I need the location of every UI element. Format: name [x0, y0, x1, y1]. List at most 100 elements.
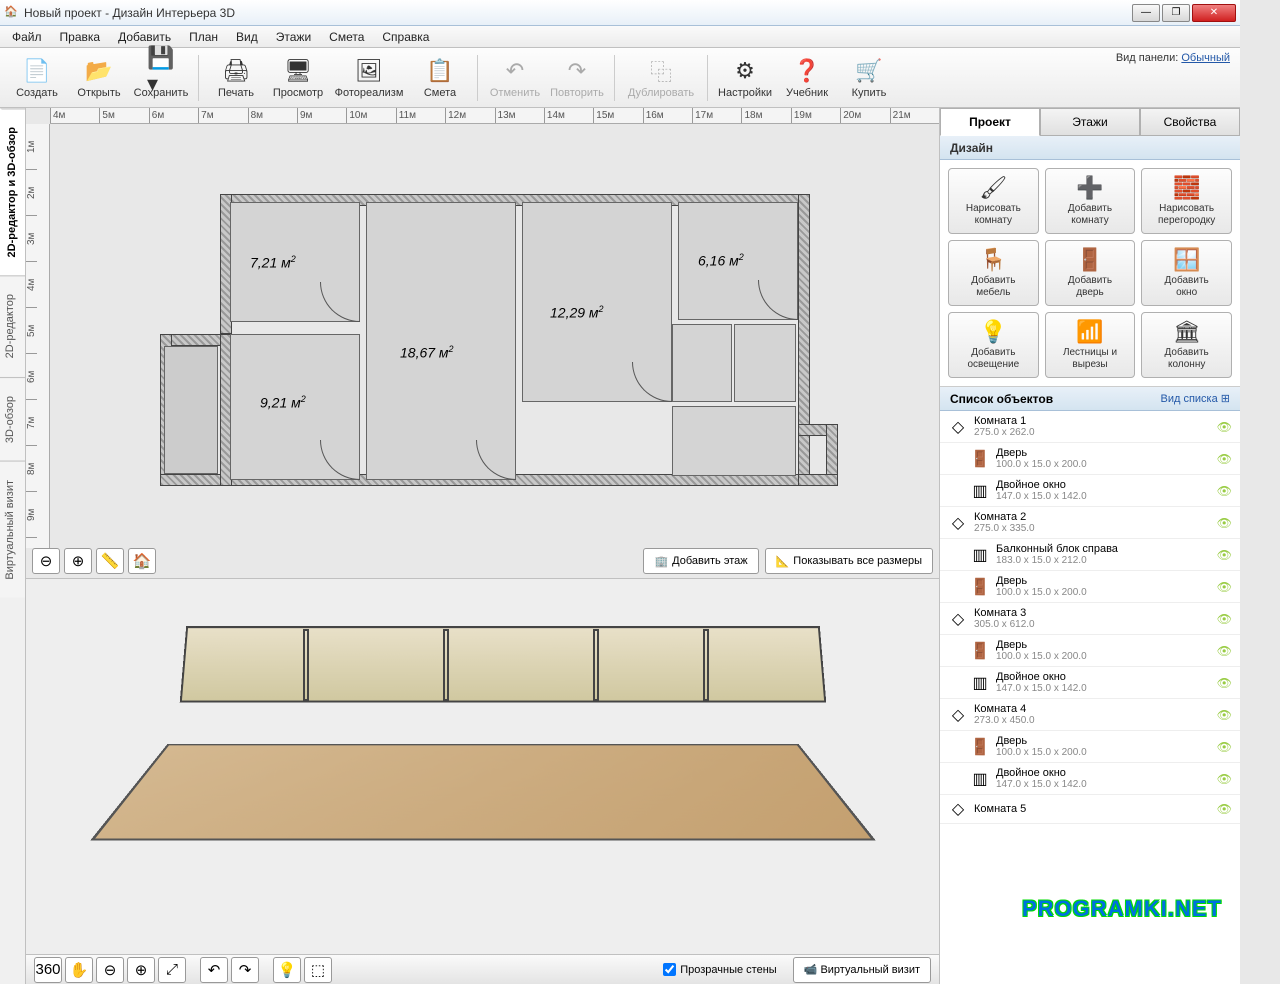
visibility-icon[interactable]: 👁 — [1217, 676, 1232, 690]
bottom-btn[interactable]: ⬚ — [304, 957, 332, 983]
object-list[interactable]: ◇Комната 1275.0 x 262.0👁🚪Дверь100.0 x 15… — [940, 411, 1240, 984]
measure-button[interactable]: 📏 — [96, 548, 124, 574]
visibility-icon[interactable]: 👁 — [1217, 708, 1232, 722]
object-item[interactable]: ▥Двойное окно147.0 x 15.0 x 142.0👁 — [940, 475, 1240, 507]
home-button[interactable]: 🏠 — [128, 548, 156, 574]
visibility-icon[interactable]: 👁 — [1217, 802, 1232, 816]
left-tab-ed2d[interactable]: 2D-редактор — [0, 275, 25, 376]
list-view-toggle[interactable]: Вид списка ⊞ — [1160, 392, 1230, 405]
view-3d[interactable] — [26, 578, 939, 954]
zoom-in-button[interactable]: ⊕ — [64, 548, 92, 574]
show-dimensions-button[interactable]: 📐 Показывать все размеры — [765, 548, 933, 574]
design-btn[interactable]: 🚪Добавитьдверь — [1045, 240, 1136, 306]
left-tab-strip: 2D-редактор и 3D-обзор2D-редактор3D-обзо… — [0, 108, 26, 984]
plan-canvas[interactable]: 7,21 м218,67 м212,29 м26,16 м29,21 м2 — [50, 124, 939, 548]
window-icon: ▥ — [970, 673, 990, 693]
visibility-icon[interactable]: 👁 — [1217, 580, 1232, 594]
toolbar-buy[interactable]: 🛒Купить — [840, 51, 898, 105]
visibility-icon[interactable]: 👁 — [1217, 612, 1232, 626]
floorplan[interactable]: 7,21 м218,67 м212,29 м26,16 м29,21 м2 — [170, 194, 840, 514]
left-tab-vv[interactable]: Виртуальный визит — [0, 461, 25, 598]
toolbar-photoreal[interactable]: 🖼Фотореализм — [331, 51, 407, 105]
object-item[interactable]: ◇Комната 5👁 — [940, 795, 1240, 824]
balcony[interactable] — [164, 346, 218, 474]
object-item[interactable]: ◇Комната 1275.0 x 262.0👁 — [940, 411, 1240, 443]
menu-Добавить[interactable]: Добавить — [110, 28, 179, 46]
design-btn[interactable]: 🖌Нарисоватькомнату — [948, 168, 1039, 234]
toolbar-new[interactable]: 📄Создать — [8, 51, 66, 105]
menu-Файл[interactable]: Файл — [4, 28, 50, 46]
design-btn[interactable]: 🪑Добавитьмебель — [948, 240, 1039, 306]
bottom-btn[interactable]: ⊖ — [96, 957, 124, 983]
design-btn[interactable]: 🏛Добавитьколонну — [1141, 312, 1232, 378]
object-item[interactable]: ◇Комната 3305.0 x 612.0👁 — [940, 603, 1240, 635]
menu-Правка[interactable]: Правка — [52, 28, 109, 46]
visibility-icon[interactable]: 👁 — [1217, 740, 1232, 754]
object-item[interactable]: ▥Балконный блок справа183.0 x 15.0 x 212… — [940, 539, 1240, 571]
menu-Смета[interactable]: Смета — [321, 28, 372, 46]
object-item[interactable]: 🚪Дверь100.0 x 15.0 x 200.0👁 — [940, 443, 1240, 475]
toolbar-print[interactable]: 🖨Печать — [207, 51, 265, 105]
toolbar-open[interactable]: 📂Открыть — [70, 51, 128, 105]
zoom-out-button[interactable]: ⊖ — [32, 548, 60, 574]
panel-mode-link[interactable]: Обычный — [1181, 52, 1230, 64]
room-area[interactable] — [366, 202, 516, 480]
right-tab-1[interactable]: Этажи — [1040, 108, 1140, 135]
toolbar-save[interactable]: 💾 ▾Сохранить — [132, 51, 190, 105]
object-item[interactable]: 🚪Дверь100.0 x 15.0 x 200.0👁 — [940, 731, 1240, 763]
object-item[interactable]: 🚪Дверь100.0 x 15.0 x 200.0👁 — [940, 635, 1240, 667]
object-list-header: Список объектов Вид списка ⊞ — [940, 387, 1240, 411]
toolbar-tutorial[interactable]: ❓Учебник — [778, 51, 836, 105]
left-tab-v3d[interactable]: 3D-обзор — [0, 377, 25, 461]
maximize-button[interactable]: ❐ — [1162, 4, 1190, 22]
close-button[interactable]: ✕ — [1192, 4, 1236, 22]
object-item[interactable]: ◇Комната 2275.0 x 335.0👁 — [940, 507, 1240, 539]
virtual-visit-button[interactable]: 📹 Виртуальный визит — [793, 957, 931, 983]
menu-Этажи[interactable]: Этажи — [268, 28, 319, 46]
bottom-btn[interactable]: ✋ — [65, 957, 93, 983]
add-floor-button[interactable]: 🏢 Добавить этаж — [643, 548, 758, 574]
toolbar-estimate[interactable]: 📋Смета — [411, 51, 469, 105]
bottom-btn[interactable]: ↶ — [200, 957, 228, 983]
bottom-btn[interactable]: ⤢ — [158, 957, 186, 983]
room-area[interactable] — [672, 406, 796, 476]
visibility-icon[interactable]: 👁 — [1217, 772, 1232, 786]
bottom-btn[interactable]: 💡 — [273, 957, 301, 983]
room-area[interactable] — [734, 324, 796, 402]
visibility-icon[interactable]: 👁 — [1217, 548, 1232, 562]
room-area[interactable] — [672, 324, 732, 402]
room-label: 7,21 м2 — [250, 254, 296, 271]
visibility-icon[interactable]: 👁 — [1217, 420, 1232, 434]
left-tab-both[interactable]: 2D-редактор и 3D-обзор — [0, 108, 25, 275]
design-btn[interactable]: 🧱Нарисоватьперегородку — [1141, 168, 1232, 234]
bottom-btn[interactable]: ↷ — [231, 957, 259, 983]
visibility-icon[interactable]: 👁 — [1217, 516, 1232, 530]
object-item[interactable]: ▥Двойное окно147.0 x 15.0 x 142.0👁 — [940, 763, 1240, 795]
toolbar-undo: ↶Отменить — [486, 51, 544, 105]
menu-План[interactable]: План — [181, 28, 226, 46]
menu-Вид[interactable]: Вид — [228, 28, 266, 46]
toolbar-redo: ↷Повторить — [548, 51, 606, 105]
object-item[interactable]: 🚪Дверь100.0 x 15.0 x 200.0👁 — [940, 571, 1240, 603]
design-btn[interactable]: ➕Добавитькомнату — [1045, 168, 1136, 234]
right-panel: ПроектЭтажиСвойства Дизайн 🖌Нарисоватько… — [940, 108, 1240, 984]
visibility-icon[interactable]: 👁 — [1217, 452, 1232, 466]
minimize-button[interactable]: — — [1132, 4, 1160, 22]
toolbar-preview[interactable]: 🖥Просмотр — [269, 51, 327, 105]
transparent-walls-checkbox[interactable]: Прозрачные стены — [663, 963, 776, 976]
bottom-btn[interactable]: 360 — [34, 957, 62, 983]
object-item[interactable]: ◇Комната 4273.0 x 450.0👁 — [940, 699, 1240, 731]
visibility-icon[interactable]: 👁 — [1217, 644, 1232, 658]
right-tab-0[interactable]: Проект — [940, 108, 1040, 136]
plan-2d-view[interactable]: 4м5м6м7м8м9м10м11м12м13м14м15м16м17м18м1… — [26, 108, 939, 578]
bottom-btn[interactable]: ⊕ — [127, 957, 155, 983]
design-btn[interactable]: 🪟Добавитьокно — [1141, 240, 1232, 306]
right-tab-2[interactable]: Свойства — [1140, 108, 1240, 135]
design-btn[interactable]: 💡Добавитьосвещение — [948, 312, 1039, 378]
design-btn[interactable]: 📶Лестницы ивырезы — [1045, 312, 1136, 378]
menu-Справка[interactable]: Справка — [374, 28, 437, 46]
object-item[interactable]: ▥Двойное окно147.0 x 15.0 x 142.0👁 — [940, 667, 1240, 699]
toolbar-settings[interactable]: ⚙Настройки — [716, 51, 774, 105]
visibility-icon[interactable]: 👁 — [1217, 484, 1232, 498]
bottom-toolbar: 360✋⊖⊕⤢ ↶↷ 💡⬚ Прозрачные стены 📹 Виртуальны… — [26, 954, 939, 984]
